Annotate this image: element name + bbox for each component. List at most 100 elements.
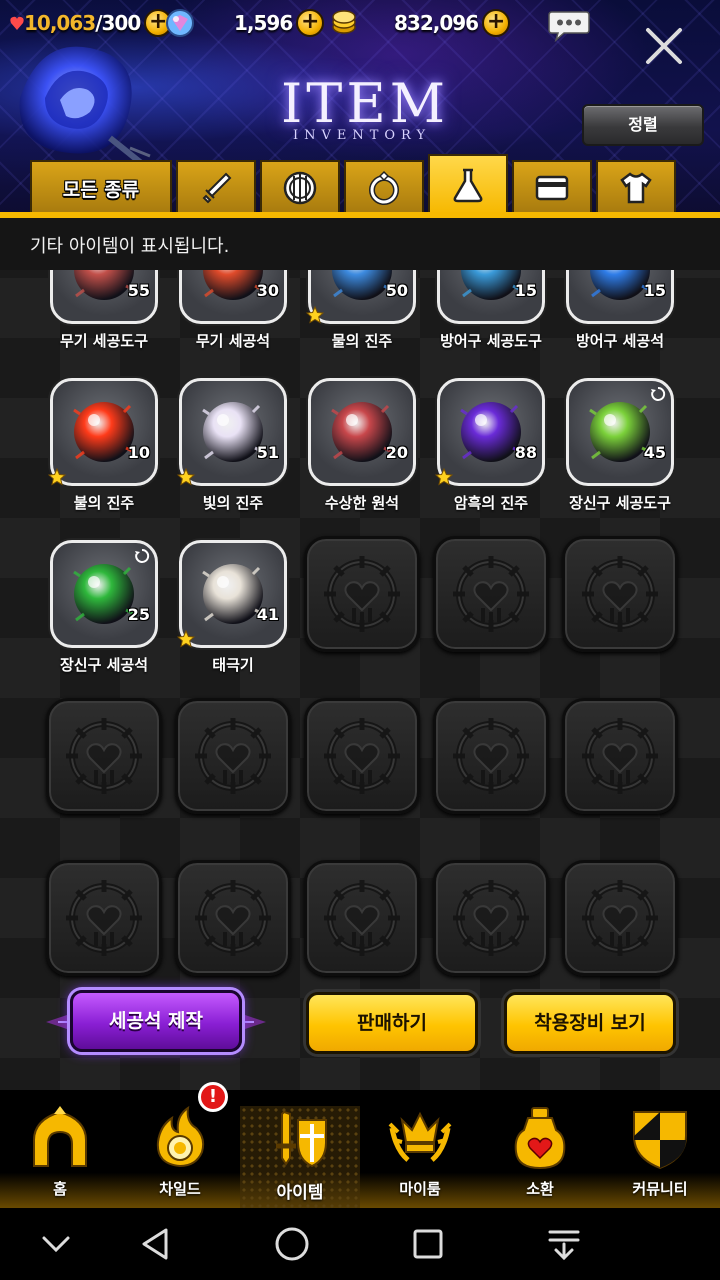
inventory-item-slot[interactable]: 15 방어구 세공도구 — [433, 270, 549, 350]
inventory-item-slot[interactable]: 55 무기 세공도구 — [46, 270, 162, 350]
inventory-item-slot[interactable]: 88 암흑의 진주 — [433, 374, 549, 512]
add-gold-button[interactable]: + — [482, 9, 511, 37]
nav-home[interactable]: 홈 — [0, 1090, 120, 1208]
craft-gem-button[interactable]: 세공석 제작 — [70, 990, 242, 1052]
heart-icon — [10, 16, 24, 30]
nav-home-label: 홈 — [53, 1180, 67, 1198]
add-gems-button[interactable]: + — [296, 9, 325, 37]
community-icon — [633, 1111, 687, 1170]
item-image — [73, 402, 135, 462]
inventory-grid[interactable]: 55 무기 세공도구 30 무기 세공석 50 물의 진주 15 방어구 세공도구 15 방어구 … — [0, 270, 720, 1010]
empty-slot[interactable] — [175, 698, 291, 814]
item-name: 물의 진주 — [331, 332, 393, 350]
craft-button-frame: 세공석 제작 — [44, 984, 268, 1060]
empty-slot-emblem-icon — [195, 880, 271, 956]
inventory-item-slot[interactable]: 51 빛의 진주 — [175, 374, 291, 512]
nav-item[interactable]: 아이템 — [240, 1106, 360, 1208]
flask-icon — [453, 168, 483, 203]
empty-slot[interactable] — [304, 860, 420, 976]
gem-icon — [166, 9, 194, 37]
inventory-item-slot[interactable]: 20 수상한 원석 — [304, 374, 420, 512]
tab-costume[interactable] — [596, 160, 676, 214]
nav-child-label: 차일드 — [159, 1180, 201, 1198]
item-name: 방어구 세공도구 — [440, 332, 542, 350]
item-name: 수상한 원석 — [324, 494, 400, 512]
empty-slot[interactable] — [304, 536, 420, 652]
star-icon — [435, 468, 453, 486]
home-circle-icon[interactable] — [272, 1224, 312, 1264]
item-count: 15 — [643, 281, 666, 300]
sort-button[interactable]: 정렬 — [582, 104, 704, 146]
inventory-item-slot[interactable]: 50 물의 진주 — [304, 270, 420, 350]
stamina-value: 10,063 — [24, 11, 96, 35]
child-alert-badge: ! — [198, 1082, 228, 1112]
empty-slot-emblem-icon — [324, 718, 400, 794]
inventory-panel: 기타 아이템이 표시됩니다. 55 무기 세공도구 30 무기 세공석 50 물의 진주 1… — [0, 218, 720, 1208]
empty-slot[interactable] — [46, 698, 162, 814]
item-name: 무기 세공도구 — [59, 332, 149, 350]
inventory-item-slot[interactable]: 30 무기 세공석 — [175, 270, 291, 350]
nav-item-label: 아이템 — [276, 1183, 324, 1203]
action-bar: 세공석 제작 판매하기 착용장비 보기 — [0, 976, 720, 1076]
inventory-item-slot[interactable]: 10 불의 진주 — [46, 374, 162, 512]
chevron-down-icon[interactable] — [36, 1224, 76, 1264]
nav-community[interactable]: 커뮤니티 — [600, 1090, 720, 1208]
item-name: 장신구 세공석 — [59, 656, 149, 674]
item-count: 15 — [514, 281, 537, 300]
recents-icon[interactable] — [408, 1224, 448, 1264]
inventory-item-slot[interactable]: 45 장신구 세공도구 — [562, 374, 678, 512]
star-icon — [177, 630, 195, 648]
refresh-icon — [651, 386, 666, 401]
empty-slot[interactable] — [562, 698, 678, 814]
tab-card[interactable] — [512, 160, 592, 214]
close-icon[interactable] — [642, 24, 686, 68]
sell-button[interactable]: 판매하기 — [306, 992, 478, 1054]
nav-summon[interactable]: 소환 — [480, 1090, 600, 1208]
back-icon[interactable] — [136, 1224, 176, 1264]
header: 10,063 /300 + 1,596 + 832,096 + ITEM INV… — [0, 0, 720, 218]
empty-slot[interactable] — [304, 698, 420, 814]
tab-armor[interactable] — [260, 160, 340, 214]
item-count: 25 — [127, 605, 150, 624]
item-icon — [276, 1110, 327, 1168]
empty-slot[interactable] — [46, 860, 162, 976]
bottom-nav: 홈 ! 차일드 아이템 마이룸 소환 커뮤니티 — [0, 1082, 720, 1208]
empty-slot[interactable] — [433, 536, 549, 652]
empty-slot-emblem-icon — [324, 880, 400, 956]
tab-misc[interactable] — [428, 154, 508, 214]
inventory-item-slot[interactable]: 25 장신구 세공석 — [46, 536, 162, 674]
item-image — [331, 402, 393, 462]
tab-accessory[interactable] — [344, 160, 424, 214]
empty-slot[interactable] — [433, 860, 549, 976]
item-image — [202, 402, 264, 462]
notification-pull-icon[interactable] — [544, 1224, 584, 1264]
nav-child[interactable]: ! 차일드 — [120, 1082, 240, 1208]
inventory-item-slot[interactable]: 41 태극기 — [175, 536, 291, 674]
refresh-icon — [135, 548, 150, 563]
empty-slot[interactable] — [562, 860, 678, 976]
view-equipment-button[interactable]: 착용장비 보기 — [504, 992, 676, 1054]
empty-slot-emblem-icon — [324, 556, 400, 632]
chat-icon[interactable] — [548, 10, 590, 42]
inventory-item-slot[interactable]: 15 방어구 세공석 — [562, 270, 678, 350]
empty-slot[interactable] — [175, 860, 291, 976]
nav-myroom[interactable]: 마이룸 — [360, 1090, 480, 1208]
stamina-counter: 10,063 /300 + — [10, 6, 173, 40]
empty-slot[interactable] — [562, 536, 678, 652]
ring-icon — [369, 170, 399, 205]
empty-slot[interactable] — [433, 698, 549, 814]
empty-slot-emblem-icon — [66, 718, 142, 794]
gold-value: 832,096 — [394, 11, 479, 35]
gold-counter: 832,096 + — [330, 6, 511, 40]
item-count: 45 — [643, 443, 666, 462]
tab-weapon[interactable] — [176, 160, 256, 214]
gem-counter: 1,596 + — [164, 6, 325, 40]
home-icon — [33, 1106, 87, 1167]
nav-summon-label: 소환 — [526, 1180, 554, 1198]
empty-slot-emblem-icon — [582, 718, 658, 794]
empty-slot-emblem-icon — [582, 556, 658, 632]
sword-icon — [202, 172, 232, 204]
tab-all-types[interactable]: 모든 종류 — [30, 160, 172, 214]
page-title: ITEM — [280, 72, 450, 135]
star-icon — [48, 468, 66, 486]
